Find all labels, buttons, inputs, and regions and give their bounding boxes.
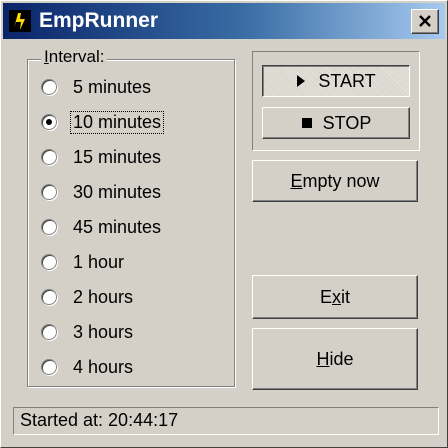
radio-button[interactable]: [41, 149, 57, 165]
start-button[interactable]: START: [262, 65, 410, 97]
interval-option[interactable]: 4 hours: [41, 355, 135, 379]
interval-option[interactable]: 45 minutes: [41, 215, 163, 239]
exit-rest: it: [341, 286, 350, 307]
radio-button[interactable]: [41, 114, 57, 130]
interval-legend: Interval:: [41, 47, 108, 67]
interval-option[interactable]: 30 minutes: [41, 180, 163, 204]
legend-rest: nterval:: [48, 47, 105, 66]
radio-button[interactable]: [41, 359, 57, 375]
interval-option-label: 4 hours: [73, 356, 134, 377]
stop-button-content: STOP: [263, 108, 409, 138]
radio-button[interactable]: [41, 324, 57, 340]
empty-now-mnemonic: E: [290, 170, 303, 191]
interval-option-label: 10 minutes: [69, 110, 165, 134]
app-icon: [9, 10, 31, 32]
interval-option[interactable]: 2 hours: [41, 285, 135, 309]
status-text: Started at: 20:44:17: [20, 410, 179, 430]
hide-button-content: Hide: [253, 329, 417, 389]
status-bar: Started at: 20:44:17: [13, 407, 439, 435]
radio-button[interactable]: [41, 184, 57, 200]
interval-option-label: 30 minutes: [73, 181, 162, 202]
title-bar[interactable]: EmpRunner: [3, 3, 445, 39]
exit-first: E: [319, 286, 332, 307]
interval-option[interactable]: 10 minutes: [41, 110, 165, 134]
interval-option-label: 5 minutes: [73, 76, 152, 97]
stop-button-label: STOP: [322, 112, 372, 133]
interval-option-label: 45 minutes: [73, 216, 162, 237]
exit-button[interactable]: Ex it: [252, 275, 418, 319]
empty-now-button[interactable]: Empty now: [252, 160, 418, 202]
radio-button[interactable]: [41, 254, 57, 270]
interval-option[interactable]: 5 minutes: [41, 75, 153, 99]
play-icon: [297, 75, 306, 87]
radio-button[interactable]: [41, 219, 57, 235]
hide-rest: ide: [329, 348, 354, 369]
close-icon: [419, 15, 431, 27]
start-button-label: START: [318, 70, 376, 91]
interval-option-label: 1 hour: [73, 251, 125, 272]
radio-button[interactable]: [41, 289, 57, 305]
window-title: EmpRunner: [39, 9, 159, 32]
stop-icon: [301, 118, 312, 128]
interval-option[interactable]: 1 hour: [41, 250, 126, 274]
close-button[interactable]: [411, 9, 439, 34]
hide-button[interactable]: Hide: [252, 328, 418, 390]
app-window: EmpRunner Interval: 5 minutes 10 minutes 1…: [0, 0, 448, 448]
empty-now-button-content: Empty now: [253, 161, 417, 201]
interval-option[interactable]: 15 minutes: [41, 145, 163, 169]
radio-dot: [46, 119, 52, 125]
stop-button[interactable]: STOP: [262, 107, 410, 139]
hide-mnemonic: H: [316, 348, 330, 369]
exit-button-content: Ex it: [253, 276, 417, 318]
interval-option-label: 2 hours: [73, 286, 134, 307]
exit-mnemonic: x: [332, 286, 341, 307]
empty-now-rest: mpty now: [302, 170, 380, 191]
interval-option-label: 3 hours: [73, 321, 134, 342]
interval-option[interactable]: 3 hours: [41, 320, 135, 344]
radio-button[interactable]: [41, 79, 57, 95]
start-button-content: START: [263, 66, 409, 96]
interval-option-label: 15 minutes: [73, 146, 162, 167]
